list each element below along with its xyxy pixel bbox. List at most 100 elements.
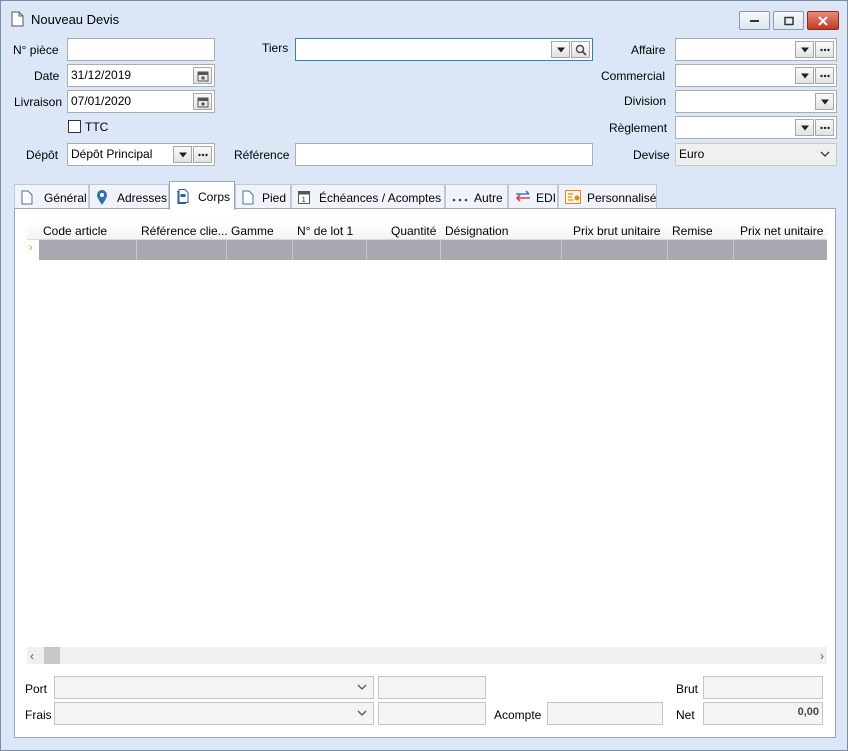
tab-personnalise[interactable]: Personnalisé	[558, 184, 657, 209]
devise-value: Euro	[679, 147, 705, 161]
column-header-prix-net[interactable]: Prix net unitaire	[740, 224, 823, 238]
chevron-down-icon	[800, 47, 809, 52]
column-header-lot[interactable]: N° de lot 1	[297, 224, 353, 238]
close-icon	[818, 15, 828, 26]
port-select[interactable]	[54, 676, 374, 699]
tab-general[interactable]: Général	[14, 184, 89, 209]
reglement-dropdown-button[interactable]	[795, 119, 814, 136]
division-dropdown-button[interactable]	[815, 93, 834, 110]
affaire-dropdown-button[interactable]	[795, 41, 814, 58]
title-bar[interactable]: Nouveau Devis	[1, 1, 847, 37]
livraison-picker-button[interactable]	[193, 93, 212, 110]
tiers-dropdown-button[interactable]	[551, 41, 570, 58]
livraison-value: 07/01/2020	[71, 94, 132, 108]
chevron-down-icon	[357, 684, 367, 690]
custom-fields-icon	[565, 190, 581, 204]
scrollbar-thumb[interactable]	[44, 647, 60, 664]
scroll-left-icon[interactable]: ‹	[30, 649, 34, 663]
document-icon	[21, 190, 33, 205]
net-label: Net	[676, 708, 695, 722]
ttc-checkbox[interactable]	[68, 120, 81, 133]
tiers-search-button[interactable]	[571, 41, 590, 58]
minimize-button[interactable]	[739, 11, 770, 30]
brut-input[interactable]	[703, 676, 823, 699]
pages-icon	[177, 189, 189, 204]
net-total: 0,00	[703, 702, 823, 725]
acompte-input[interactable]	[547, 702, 663, 725]
calendar-icon	[197, 97, 208, 107]
ellipsis-icon	[819, 48, 830, 51]
livraison-label: Livraison	[14, 95, 63, 109]
horizontal-scrollbar[interactable]: ‹ ›	[27, 647, 827, 664]
tab-corps[interactable]: Corps	[169, 181, 235, 210]
piece-input[interactable]	[67, 38, 215, 61]
tab-autre[interactable]: Autre	[445, 184, 508, 209]
calendar-icon	[197, 71, 208, 81]
port-amount-input[interactable]	[378, 676, 486, 699]
chevron-down-icon	[800, 73, 809, 78]
tiers-input[interactable]	[295, 38, 593, 61]
division-label: Division	[624, 94, 667, 108]
column-header-prix-brut[interactable]: Prix brut unitaire	[573, 224, 660, 238]
frais-select[interactable]	[54, 702, 374, 725]
reglement-select[interactable]	[675, 116, 837, 139]
grid-header: Code article Référence clie... Gamme N° …	[27, 222, 827, 240]
ttc-label: TTC	[85, 120, 109, 134]
column-header-code-article[interactable]: Code article	[43, 224, 107, 238]
affaire-more-button[interactable]	[815, 41, 834, 58]
cell-separator	[733, 240, 734, 260]
date-picker-button[interactable]	[193, 67, 212, 84]
close-button[interactable]	[807, 11, 839, 30]
commercial-select[interactable]	[675, 64, 837, 87]
column-header-remise[interactable]: Remise	[672, 224, 713, 238]
depot-more-button[interactable]	[193, 146, 212, 163]
ellipsis-icon	[452, 198, 468, 202]
date-value: 31/12/2019	[71, 68, 132, 82]
tab-strip: Général Adresses Corps Pied 1 Échéances …	[14, 181, 836, 210]
svg-text:1: 1	[302, 196, 306, 204]
calendar-icon: 1	[298, 191, 310, 204]
reglement-more-button[interactable]	[815, 119, 834, 136]
maximize-button[interactable]	[773, 11, 804, 30]
column-header-reference-client[interactable]: Référence clie...	[141, 224, 228, 238]
exchange-arrows-icon	[515, 190, 530, 202]
column-header-gamme[interactable]: Gamme	[231, 224, 274, 238]
column-header-designation[interactable]: Désignation	[445, 224, 508, 238]
commercial-dropdown-button[interactable]	[795, 67, 814, 84]
cell-separator	[561, 240, 562, 260]
division-select[interactable]	[675, 90, 837, 113]
tab-adresses[interactable]: Adresses	[89, 184, 169, 209]
cell-separator	[366, 240, 367, 260]
reference-label: Référence	[234, 148, 290, 162]
reglement-label: Règlement	[609, 121, 668, 135]
depot-value: Dépôt Principal	[71, 147, 153, 161]
cell-separator	[292, 240, 293, 260]
commercial-label: Commercial	[601, 69, 666, 83]
map-pin-icon	[97, 190, 107, 205]
tab-echeances[interactable]: 1 Échéances / Acomptes	[291, 184, 445, 209]
scroll-right-icon[interactable]: ›	[820, 649, 824, 663]
affaire-select[interactable]	[675, 38, 837, 61]
column-header-quantite[interactable]: Quantité	[391, 224, 436, 238]
livraison-input[interactable]: 07/01/2020	[67, 90, 215, 113]
current-row-indicator: ›	[29, 242, 33, 254]
chevron-down-icon	[178, 152, 187, 157]
piece-label: N° pièce	[13, 43, 59, 57]
tab-edi[interactable]: EDI	[508, 184, 558, 209]
frais-amount-input[interactable]	[378, 702, 486, 725]
devise-select[interactable]: Euro	[675, 143, 837, 166]
depot-dropdown-button[interactable]	[173, 146, 192, 163]
depot-select[interactable]: Dépôt Principal	[67, 143, 215, 166]
cell-separator	[136, 240, 137, 260]
port-label: Port	[25, 682, 48, 696]
date-input[interactable]: 31/12/2019	[67, 64, 215, 87]
ellipsis-icon	[819, 126, 830, 129]
table-row[interactable]	[39, 240, 827, 260]
search-icon	[575, 44, 586, 55]
commercial-more-button[interactable]	[815, 67, 834, 84]
tab-pied[interactable]: Pied	[235, 184, 291, 209]
chevron-down-icon	[556, 47, 565, 52]
reference-input[interactable]	[295, 143, 593, 166]
affaire-label: Affaire	[631, 43, 666, 57]
chevron-down-icon	[800, 125, 809, 130]
